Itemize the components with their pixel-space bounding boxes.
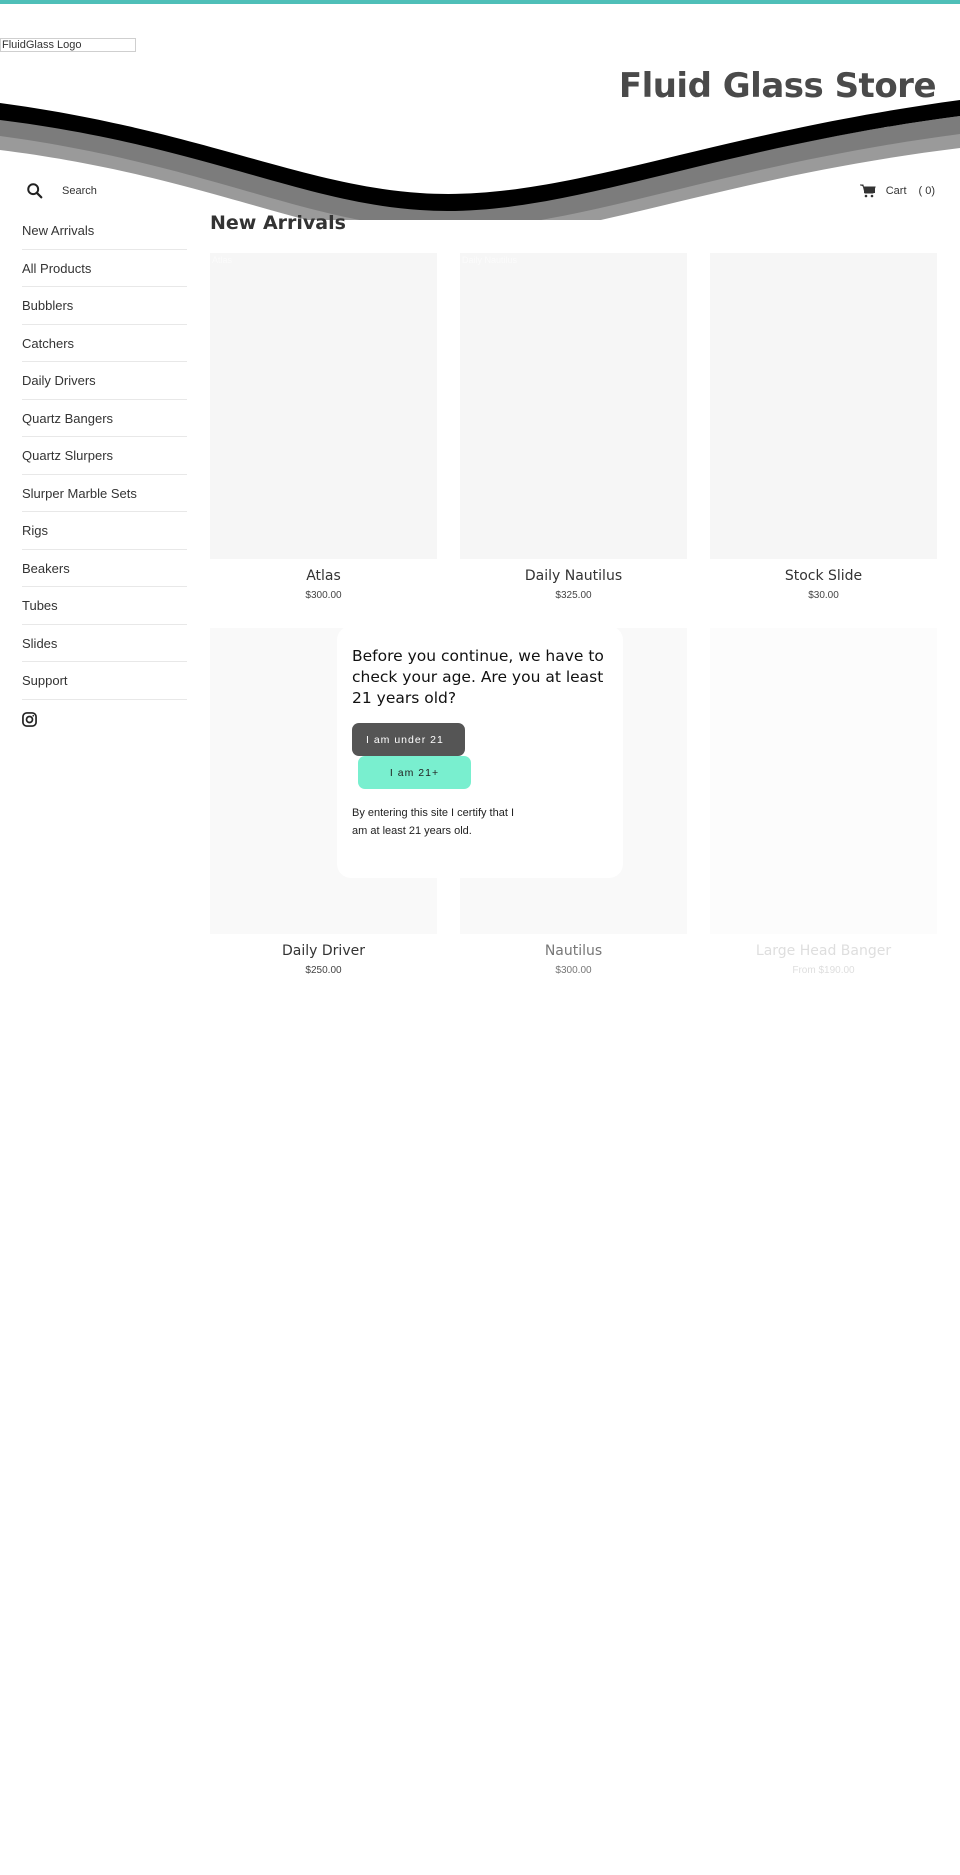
header-wave-decoration xyxy=(0,100,960,220)
product-name[interactable]: Stock Slide xyxy=(710,568,937,584)
product-price: From $190.00 xyxy=(792,965,855,976)
search-label[interactable]: Search xyxy=(62,185,97,197)
product-image[interactable]: Atlas xyxy=(210,253,437,559)
product-price: $250.00 xyxy=(305,965,342,976)
cart-icon xyxy=(859,184,876,198)
under-21-button[interactable]: I am under 21 xyxy=(352,723,465,756)
sidebar-item-support[interactable]: Support xyxy=(22,662,187,700)
product-card[interactable]: Atlas Atlas $300.00 xyxy=(210,253,437,628)
sidebar-nav: New Arrivals All Products Bubblers Catch… xyxy=(22,212,187,732)
sidebar-item-slurper-marble-sets[interactable]: Slurper Marble Sets xyxy=(22,475,187,512)
sidebar-item-daily-drivers[interactable]: Daily Drivers xyxy=(22,362,187,400)
sidebar-item-beakers[interactable]: Beakers xyxy=(22,550,187,587)
sidebar-item-bubblers[interactable]: Bubblers xyxy=(22,287,187,325)
product-price: $325.00 xyxy=(555,590,592,601)
age-question: Before you continue, we have to check yo… xyxy=(352,647,604,707)
cart-count: ( 0) xyxy=(918,185,936,197)
product-image-alt: Daily Nautilus xyxy=(462,255,518,265)
product-image[interactable]: Daily Nautilus xyxy=(460,253,687,559)
product-image[interactable] xyxy=(710,628,937,934)
sidebar-item-new-arrivals[interactable]: New Arrivals xyxy=(22,212,187,250)
sidebar-item-quartz-bangers[interactable]: Quartz Bangers xyxy=(22,400,187,437)
sidebar-item-all-products[interactable]: All Products xyxy=(22,250,187,287)
search-icon[interactable] xyxy=(26,182,44,200)
product-card[interactable]: Large Head Banger From $190.00 xyxy=(710,628,937,1003)
sidebar-item-rigs[interactable]: Rigs xyxy=(22,512,187,550)
product-image-alt: Atlas xyxy=(212,255,233,265)
product-name[interactable]: Daily Nautilus xyxy=(460,568,687,584)
over-21-button[interactable]: I am 21+ xyxy=(358,756,471,789)
product-card[interactable]: Stock Slide $30.00 xyxy=(710,253,937,628)
cart-label[interactable]: Cart xyxy=(886,185,907,197)
product-price: $300.00 xyxy=(555,965,592,976)
product-price: $300.00 xyxy=(305,590,342,601)
search-bar[interactable]: Search xyxy=(26,182,97,200)
sidebar-item-tubes[interactable]: Tubes xyxy=(22,587,187,625)
page-title: New Arrivals xyxy=(210,212,346,234)
product-image[interactable] xyxy=(710,253,937,559)
product-name[interactable]: Large Head Banger xyxy=(710,943,937,959)
age-certification-note: By entering this site I certify that I a… xyxy=(352,807,515,837)
product-name[interactable]: Daily Driver xyxy=(210,943,437,959)
product-name[interactable]: Atlas xyxy=(210,568,437,584)
sidebar-item-quartz-slurpers[interactable]: Quartz Slurpers xyxy=(22,437,187,475)
product-price: $30.00 xyxy=(808,590,839,601)
age-verification-modal: Before you continue, we have to check yo… xyxy=(337,626,623,878)
instagram-icon[interactable] xyxy=(22,711,37,727)
top-accent-bar xyxy=(0,0,960,4)
store-logo[interactable]: FluidGlass Logo xyxy=(0,38,136,52)
sidebar-item-slides[interactable]: Slides xyxy=(22,625,187,662)
cart-link[interactable]: Cart ( 0) xyxy=(859,184,936,198)
sidebar-item-catchers[interactable]: Catchers xyxy=(22,325,187,362)
product-name[interactable]: Nautilus xyxy=(460,943,687,959)
product-card[interactable]: Daily Nautilus Daily Nautilus $325.00 xyxy=(460,253,687,628)
